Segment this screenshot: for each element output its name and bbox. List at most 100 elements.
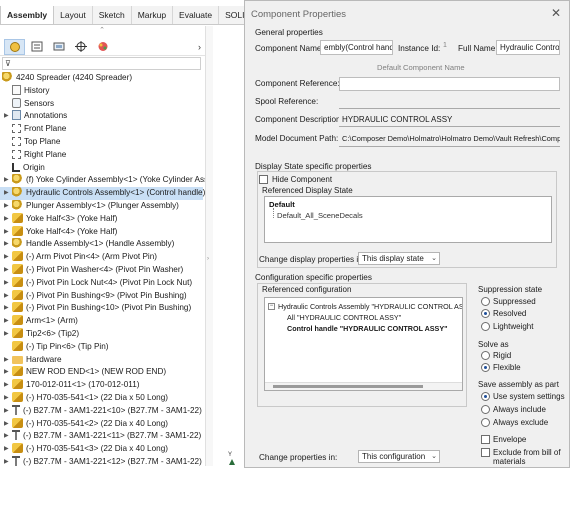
tree-item[interactable]: ▶ Hydraulic Controls Assembly<1> (Control… [0, 187, 205, 200]
expand-arrow-icon[interactable]: ▶ [4, 213, 12, 226]
expand-arrow-icon[interactable]: ▶ [4, 405, 12, 418]
expand-arrow-icon[interactable]: ▶ [4, 187, 12, 200]
configuration-item[interactable]: All "HYDRAULIC CONTROL ASSY" [287, 313, 401, 322]
tree-item[interactable]: ▶ (-) H70-035-541<2> (22 Dia x 40 Long) [4, 417, 168, 431]
tree-item[interactable]: Top Plane [4, 136, 60, 149]
tree-item[interactable]: ▶ (-) Pivot Pin Bushing<10> (Pivot Pin Bu… [4, 302, 191, 315]
tree-item[interactable]: ▶ (-) B27.7M - 3AM1-221<11> (B27.7M - 3AM… [4, 430, 201, 443]
tree-item[interactable]: ▶ (-) H70-035-541<3> (22 Dia x 40 Long) [4, 443, 168, 456]
tree-root[interactable]: 4240 Spreader (4240 Spreader) [2, 72, 132, 85]
collapse-icon[interactable]: − [268, 303, 275, 310]
expand-arrow-icon[interactable]: ▶ [4, 366, 12, 379]
tree-item[interactable]: Right Plane [4, 149, 66, 162]
expand-arrow-icon[interactable]: ▶ [4, 315, 12, 328]
tree-item[interactable]: (-) Tip Pin<6> (Tip Pin) [4, 340, 109, 354]
component-name-button[interactable]: Component Name [403, 63, 465, 72]
expand-arrow-icon[interactable]: ▶ [4, 456, 12, 466]
tree-item[interactable]: ▶ Annotations [4, 110, 67, 123]
tree-item[interactable]: ▶ (-) H70-035-541<1> (22 Dia x 50 Long) [4, 392, 168, 405]
expand-arrow-icon[interactable]: ▶ [4, 226, 12, 239]
tree-item[interactable]: ▶ (f) Yoke Cylinder Assembly<1> (Yoke Cyl… [4, 174, 205, 187]
tab-assembly[interactable]: Assembly [0, 6, 55, 24]
expand-arrow-icon[interactable]: ▶ [4, 200, 12, 213]
component-name-field[interactable]: embly(Control handle) [320, 40, 393, 55]
expand-arrow-icon[interactable]: ▶ [4, 418, 12, 431]
tab-evaluate[interactable]: Evaluate [173, 6, 220, 24]
tree-item[interactable]: ▶ Arm<1> (Arm) [4, 315, 78, 328]
change-properties-select[interactable]: This configuration ⌄ [358, 450, 440, 463]
lightweight-radio[interactable] [481, 322, 490, 331]
envelope-checkbox[interactable] [481, 435, 490, 444]
tab-markup[interactable]: Markup [132, 6, 174, 24]
close-icon[interactable]: ✕ [551, 6, 561, 20]
tree-item[interactable]: ▶ Handle Assembly<1> (Handle Assembly) [4, 238, 174, 251]
component-reference-field[interactable] [339, 77, 560, 91]
expand-arrow-icon[interactable]: ▶ [4, 430, 12, 443]
tree-item[interactable]: ▶ (-) Pivot Pin Bushing<9> (Pivot Pin Bus… [4, 289, 187, 303]
general-properties-title: General properties [255, 28, 323, 37]
dimxpert-tab-icon[interactable] [70, 39, 91, 55]
display-manager-tab-icon[interactable] [92, 39, 113, 55]
always-exclude-radio[interactable] [481, 418, 490, 427]
full-name-field[interactable]: Hydraulic Controls [496, 40, 560, 55]
expand-arrow-icon[interactable]: ▶ [4, 443, 12, 456]
exclude-bom-checkbox[interactable] [481, 448, 490, 457]
expand-arrow-icon[interactable]: ▶ [4, 290, 12, 303]
expand-arrow-icon[interactable]: ▶ [4, 264, 12, 277]
part-icon [12, 392, 23, 402]
configuration-list[interactable]: − Hydraulic Controls Assembly "HYDRAULIC… [264, 297, 463, 391]
horizontal-scrollbar[interactable] [265, 382, 462, 390]
expand-arrow-icon[interactable]: ▶ [4, 277, 12, 290]
tree-item[interactable]: ▶ (-) Arm Pivot Pin<4> (Arm Pivot Pin) [4, 251, 157, 264]
tree-item[interactable]: ▶ (-) Pivot Pin Washer<4> (Pivot Pin Wash… [4, 264, 183, 277]
resolved-radio[interactable] [481, 309, 490, 318]
expand-arrow-icon[interactable]: ▶ [4, 379, 12, 392]
tree-item[interactable]: ▶ Hardware [4, 354, 62, 367]
property-manager-tab-icon[interactable] [26, 39, 47, 55]
rigid-radio[interactable] [481, 351, 490, 360]
expand-arrow-icon[interactable]: ▶ [4, 302, 12, 315]
expand-arrow-icon[interactable]: ▶ [4, 251, 12, 264]
tab-sketch[interactable]: Sketch [93, 6, 132, 24]
hide-component-checkbox[interactable] [259, 175, 268, 184]
tree-item[interactable]: ▶ Yoke Half<3> (Yoke Half) [4, 212, 117, 226]
expand-arrow-icon[interactable]: ▶ [4, 392, 12, 405]
chevron-right-icon[interactable]: › [198, 42, 201, 52]
flexible-radio[interactable] [481, 363, 490, 372]
tree-item[interactable]: Front Plane [4, 123, 66, 136]
tree-item[interactable]: ▶ 170-012-011<1> (170-012-011) [4, 379, 140, 392]
configuration-item-active[interactable]: Control handle "HYDRAULIC CONTROL ASSY" [287, 324, 448, 333]
always-include-radio[interactable] [481, 405, 490, 414]
expand-arrow-icon[interactable]: ▶ [4, 110, 12, 123]
tree-item[interactable]: Sensors [4, 97, 54, 111]
tree-item[interactable]: History [4, 84, 49, 98]
default-name-button[interactable]: Default [377, 63, 401, 72]
tree-item[interactable]: ▶ (-) B27.7M - 3AM1-221<10> (B27.7M - 3AM… [4, 404, 202, 418]
tree-filter-input[interactable]: ⊽ [2, 57, 201, 70]
change-display-select[interactable]: This display state ⌄ [358, 252, 440, 265]
display-state-list[interactable]: Default Default_All_SceneDecals [264, 196, 552, 243]
suppressed-radio[interactable] [481, 297, 490, 306]
use-system-settings-radio[interactable] [481, 392, 490, 401]
tree-item[interactable]: ▶ Yoke Half<4> (Yoke Half) [4, 225, 117, 239]
tree-item[interactable]: Origin [4, 162, 45, 175]
configuration-item[interactable]: Hydraulic Controls Assembly "HYDRAULIC C… [278, 302, 462, 311]
tree-item[interactable]: ▶ Tip2<6> (Tip2) [4, 328, 79, 341]
configuration-manager-tab-icon[interactable] [48, 39, 69, 55]
display-state-item[interactable]: Default_All_SceneDecals [277, 211, 363, 220]
tab-layout[interactable]: Layout [54, 6, 93, 24]
assembly-icon [12, 238, 23, 249]
expand-arrow-icon[interactable]: ▶ [4, 328, 12, 341]
tree-item-label: (-) B27.7M - 3AM1-221<12> (B27.7M - 3AM1… [23, 457, 202, 466]
collapse-up-icon[interactable]: ⌃ [98, 27, 106, 35]
tree-item[interactable]: ▶ Plunger Assembly<1> (Plunger Assembly) [4, 200, 179, 213]
tree-item[interactable]: ▶ (-) Pivot Pin Lock Nut<4> (Pivot Pin Lo… [4, 276, 192, 290]
feature-tree-tab-icon[interactable] [4, 38, 25, 55]
expand-arrow-icon[interactable]: ▶ [4, 174, 12, 187]
scrollbar-thumb[interactable] [273, 385, 423, 388]
expand-arrow-icon[interactable]: ▶ [4, 238, 12, 251]
tree-item[interactable]: ▶ (-) B27.7M - 3AM1-221<12> (B27.7M - 3AM… [4, 456, 202, 466]
expand-arrow-icon[interactable]: ▶ [4, 354, 12, 367]
feature-manager-splitter[interactable]: › [205, 26, 213, 466]
tree-item[interactable]: ▶ NEW ROD END<1> (NEW ROD END) [4, 366, 166, 379]
